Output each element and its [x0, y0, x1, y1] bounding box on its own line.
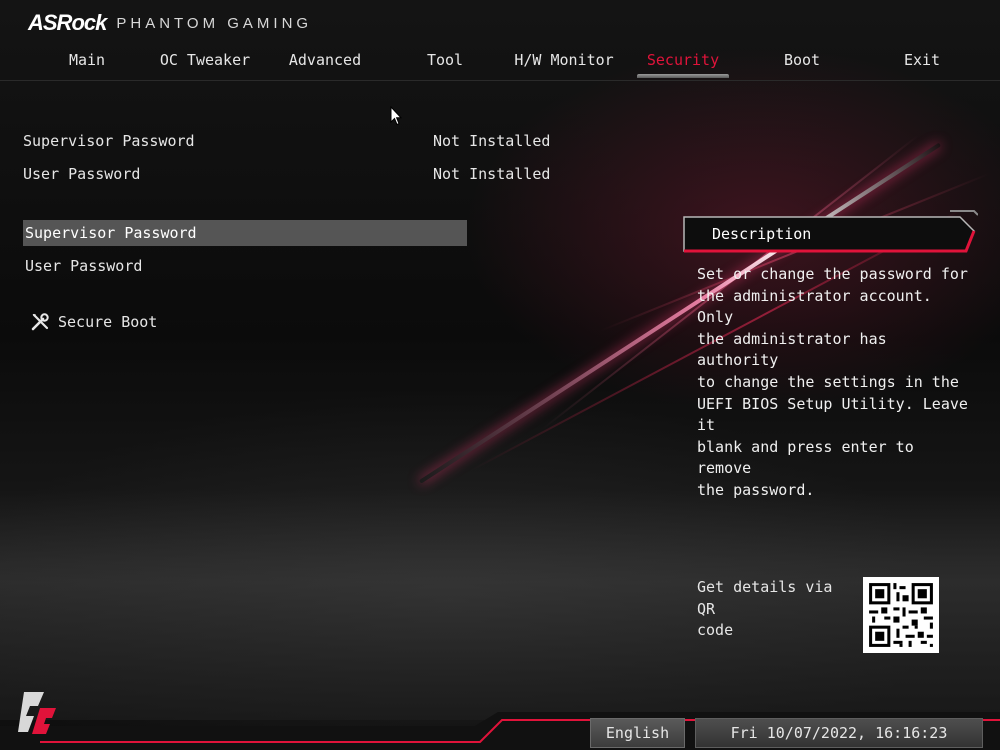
brand-name: ASRock — [28, 10, 107, 35]
tab-boot[interactable]: Boot — [768, 46, 836, 76]
qr-label: Get details via QR code — [697, 578, 833, 640]
tab-exit[interactable]: Exit — [888, 46, 956, 76]
datetime-display: Fri 10/07/2022, 16:16:23 — [695, 718, 983, 748]
brand-subtitle: PHANTOM GAMING — [116, 14, 313, 32]
tab-hw-monitor[interactable]: H/W Monitor — [510, 46, 618, 76]
user-password-status-value: Not Installed — [433, 165, 551, 183]
language-button[interactable]: English — [590, 718, 685, 748]
tab-tool[interactable]: Tool — [410, 46, 480, 76]
description-text: Set or change the password for the admin… — [697, 265, 968, 499]
description-title: Description — [712, 225, 812, 243]
asrock-logo: ASRock PHANTOM GAMING — [28, 10, 312, 36]
tools-icon — [31, 313, 49, 331]
mouse-cursor-icon — [390, 106, 402, 126]
supervisor-password-status-value: Not Installed — [433, 132, 551, 150]
tab-oc-tweaker[interactable]: OC Tweaker — [155, 46, 255, 76]
supervisor-password-item[interactable]: Supervisor Password — [23, 220, 467, 246]
qr-code — [863, 577, 939, 653]
tab-advanced[interactable]: Advanced — [280, 46, 370, 76]
main-tabs: Main OC Tweaker Advanced Tool H/W Monito… — [0, 46, 1000, 81]
background-floor — [0, 490, 1000, 720]
secure-boot-item[interactable]: Secure Boot — [30, 310, 157, 334]
tab-main[interactable]: Main — [46, 46, 128, 76]
tab-security[interactable]: Security — [637, 46, 729, 78]
user-password-status-label: User Password — [23, 165, 141, 183]
secure-boot-label: Secure Boot — [58, 313, 158, 331]
user-password-item[interactable]: User Password — [23, 254, 467, 278]
supervisor-password-status-label: Supervisor Password — [23, 132, 195, 150]
phantom-gaming-logo-icon — [18, 692, 56, 734]
